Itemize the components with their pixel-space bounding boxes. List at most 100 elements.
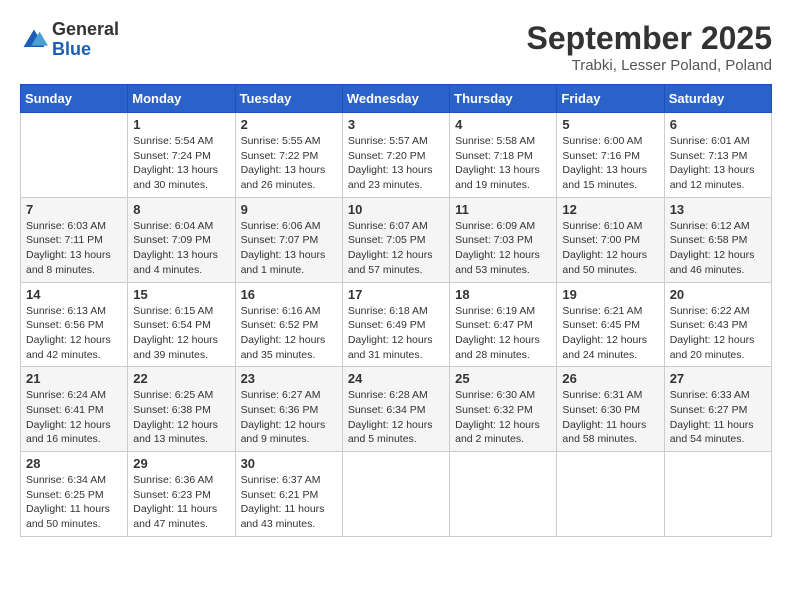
day-number: 25 (455, 371, 551, 386)
day-info: Sunrise: 6:12 AM Sunset: 6:58 PM Dayligh… (670, 219, 766, 278)
day-info: Sunrise: 6:36 AM Sunset: 6:23 PM Dayligh… (133, 473, 229, 532)
logo-text: General Blue (52, 20, 119, 60)
calendar-cell: 9 Sunrise: 6:06 AM Sunset: 7:07 PM Daylig… (235, 197, 342, 282)
day-number: 15 (133, 287, 229, 302)
day-info: Sunrise: 6:25 AM Sunset: 6:38 PM Dayligh… (133, 388, 229, 447)
day-number: 19 (562, 287, 658, 302)
day-number: 24 (348, 371, 444, 386)
calendar-cell: 18 Sunrise: 6:19 AM Sunset: 6:47 PM Dayli… (450, 282, 557, 367)
day-number: 30 (241, 456, 337, 471)
title-block: September 2025 Trabki, Lesser Poland, Po… (527, 20, 772, 74)
logo: General Blue (20, 20, 119, 60)
day-info: Sunrise: 6:00 AM Sunset: 7:16 PM Dayligh… (562, 134, 658, 193)
calendar-cell: 8Sunrise: 6:04 AM Sunset: 7:09 PM Daylig… (128, 197, 235, 282)
calendar-cell: 29 Sunrise: 6:36 AM Sunset: 6:23 PM Dayli… (128, 452, 235, 537)
day-number: 21 (26, 371, 122, 386)
day-info: Sunrise: 6:16 AM Sunset: 6:52 PM Dayligh… (241, 304, 337, 363)
day-number: 9 (241, 202, 337, 217)
calendar-header-row: SundayMondayTuesdayWednesdayThursdayFrid… (21, 85, 772, 113)
day-info: Sunrise: 6:30 AM Sunset: 6:32 PM Dayligh… (455, 388, 551, 447)
logo-blue: Blue (52, 40, 119, 60)
day-info: Sunrise: 6:37 AM Sunset: 6:21 PM Dayligh… (241, 473, 337, 532)
day-number: 18 (455, 287, 551, 302)
calendar-cell (557, 452, 664, 537)
calendar-cell: 16 Sunrise: 6:16 AM Sunset: 6:52 PM Dayli… (235, 282, 342, 367)
calendar-cell: 10Sunrise: 6:07 AM Sunset: 7:05 PM Dayli… (342, 197, 449, 282)
day-number: 7 (26, 202, 122, 217)
day-number: 4 (455, 117, 551, 132)
day-info: Sunrise: 6:13 AM Sunset: 6:56 PM Dayligh… (26, 304, 122, 363)
day-info: Sunrise: 6:09 AM Sunset: 7:03 PM Dayligh… (455, 219, 551, 278)
day-number: 2 (241, 117, 337, 132)
calendar-cell: 6 Sunrise: 6:01 AM Sunset: 7:13 PM Daylig… (664, 113, 771, 198)
header-day-tuesday: Tuesday (235, 85, 342, 113)
day-number: 20 (670, 287, 766, 302)
calendar-cell: 4Sunrise: 5:58 AM Sunset: 7:18 PM Daylig… (450, 113, 557, 198)
calendar-cell: 14 Sunrise: 6:13 AM Sunset: 6:56 PM Dayli… (21, 282, 128, 367)
day-info: Sunrise: 5:54 AM Sunset: 7:24 PM Dayligh… (133, 134, 229, 193)
day-info: Sunrise: 6:19 AM Sunset: 6:47 PM Dayligh… (455, 304, 551, 363)
day-number: 29 (133, 456, 229, 471)
day-info: Sunrise: 6:33 AM Sunset: 6:27 PM Dayligh… (670, 388, 766, 447)
calendar-cell: 28 Sunrise: 6:34 AM Sunset: 6:25 PM Dayli… (21, 452, 128, 537)
day-info: Sunrise: 6:34 AM Sunset: 6:25 PM Dayligh… (26, 473, 122, 532)
day-info: Sunrise: 6:22 AM Sunset: 6:43 PM Dayligh… (670, 304, 766, 363)
day-info: Sunrise: 6:24 AM Sunset: 6:41 PM Dayligh… (26, 388, 122, 447)
calendar-cell (21, 113, 128, 198)
day-info: Sunrise: 6:15 AM Sunset: 6:54 PM Dayligh… (133, 304, 229, 363)
header-day-friday: Friday (557, 85, 664, 113)
calendar-cell: 22 Sunrise: 6:25 AM Sunset: 6:38 PM Dayli… (128, 367, 235, 452)
calendar-cell: 24Sunrise: 6:28 AM Sunset: 6:34 PM Dayli… (342, 367, 449, 452)
calendar-cell: 20 Sunrise: 6:22 AM Sunset: 6:43 PM Dayli… (664, 282, 771, 367)
calendar-week-4: 21 Sunrise: 6:24 AM Sunset: 6:41 PM Dayli… (21, 367, 772, 452)
calendar-cell: 12Sunrise: 6:10 AM Sunset: 7:00 PM Dayli… (557, 197, 664, 282)
calendar-cell: 21 Sunrise: 6:24 AM Sunset: 6:41 PM Dayli… (21, 367, 128, 452)
day-number: 17 (348, 287, 444, 302)
calendar-cell: 7Sunrise: 6:03 AM Sunset: 7:11 PM Daylig… (21, 197, 128, 282)
day-info: Sunrise: 6:21 AM Sunset: 6:45 PM Dayligh… (562, 304, 658, 363)
calendar-cell: 1 Sunrise: 5:54 AM Sunset: 7:24 PM Daylig… (128, 113, 235, 198)
day-number: 28 (26, 456, 122, 471)
day-number: 27 (670, 371, 766, 386)
day-number: 26 (562, 371, 658, 386)
day-number: 8 (133, 202, 229, 217)
day-number: 6 (670, 117, 766, 132)
day-info: Sunrise: 6:01 AM Sunset: 7:13 PM Dayligh… (670, 134, 766, 193)
day-info: Sunrise: 6:06 AM Sunset: 7:07 PM Dayligh… (241, 219, 337, 278)
header-day-wednesday: Wednesday (342, 85, 449, 113)
day-info: Sunrise: 6:07 AM Sunset: 7:05 PM Dayligh… (348, 219, 444, 278)
header-day-thursday: Thursday (450, 85, 557, 113)
calendar-table: SundayMondayTuesdayWednesdayThursdayFrid… (20, 84, 772, 537)
calendar-cell: 11 Sunrise: 6:09 AM Sunset: 7:03 PM Dayli… (450, 197, 557, 282)
day-number: 11 (455, 202, 551, 217)
day-number: 14 (26, 287, 122, 302)
calendar-week-5: 28 Sunrise: 6:34 AM Sunset: 6:25 PM Dayli… (21, 452, 772, 537)
day-info: Sunrise: 6:18 AM Sunset: 6:49 PM Dayligh… (348, 304, 444, 363)
day-number: 3 (348, 117, 444, 132)
calendar-cell: 5 Sunrise: 6:00 AM Sunset: 7:16 PM Daylig… (557, 113, 664, 198)
calendar-cell: 19 Sunrise: 6:21 AM Sunset: 6:45 PM Dayli… (557, 282, 664, 367)
calendar-cell: 25 Sunrise: 6:30 AM Sunset: 6:32 PM Dayli… (450, 367, 557, 452)
day-info: Sunrise: 6:10 AM Sunset: 7:00 PM Dayligh… (562, 219, 658, 278)
logo-general: General (52, 20, 119, 40)
day-number: 22 (133, 371, 229, 386)
calendar-cell: 30 Sunrise: 6:37 AM Sunset: 6:21 PM Dayli… (235, 452, 342, 537)
day-info: Sunrise: 5:57 AM Sunset: 7:20 PM Dayligh… (348, 134, 444, 193)
day-number: 16 (241, 287, 337, 302)
calendar-cell: 3 Sunrise: 5:57 AM Sunset: 7:20 PM Daylig… (342, 113, 449, 198)
day-number: 23 (241, 371, 337, 386)
header-day-saturday: Saturday (664, 85, 771, 113)
page-header: General Blue September 2025 Trabki, Less… (20, 20, 772, 74)
calendar-cell (450, 452, 557, 537)
calendar-cell: 27 Sunrise: 6:33 AM Sunset: 6:27 PM Dayli… (664, 367, 771, 452)
day-number: 13 (670, 202, 766, 217)
day-number: 5 (562, 117, 658, 132)
logo-icon (20, 26, 48, 54)
calendar-week-3: 14 Sunrise: 6:13 AM Sunset: 6:56 PM Dayli… (21, 282, 772, 367)
day-number: 1 (133, 117, 229, 132)
header-day-sunday: Sunday (21, 85, 128, 113)
calendar-cell: 23Sunrise: 6:27 AM Sunset: 6:36 PM Dayli… (235, 367, 342, 452)
calendar-cell: 13 Sunrise: 6:12 AM Sunset: 6:58 PM Dayli… (664, 197, 771, 282)
day-info: Sunrise: 5:55 AM Sunset: 7:22 PM Dayligh… (241, 134, 337, 193)
calendar-cell: 15 Sunrise: 6:15 AM Sunset: 6:54 PM Dayli… (128, 282, 235, 367)
